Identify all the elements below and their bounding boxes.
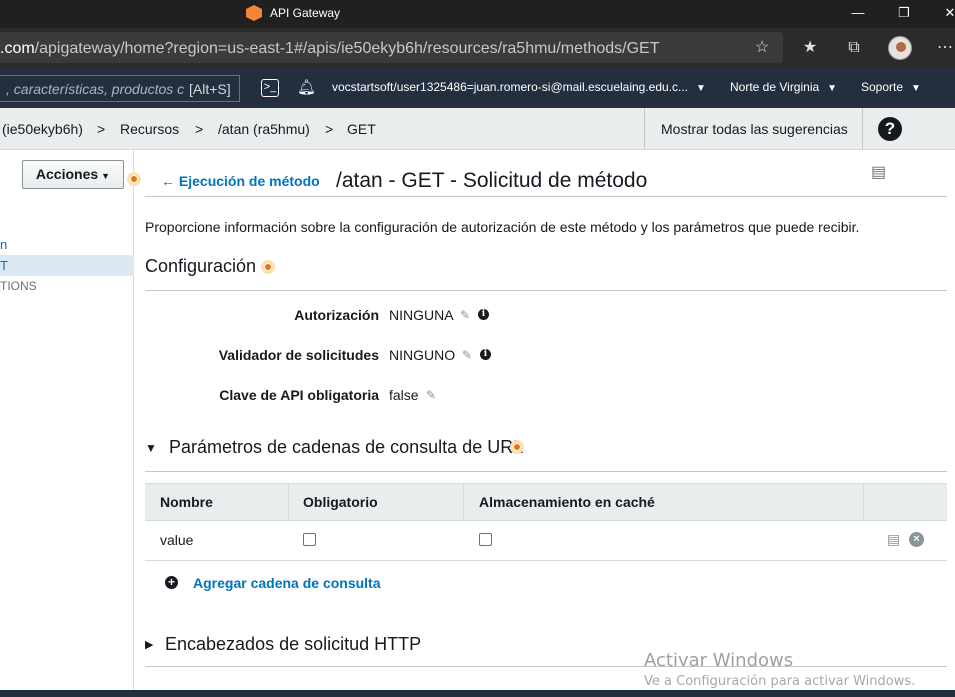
- api-gateway-logo-icon: [246, 5, 262, 21]
- breadcrumb-method: GET: [347, 121, 376, 137]
- plus-circle-icon: +: [165, 576, 178, 589]
- show-suggestions-label: Mostrar todas las sugerencias: [661, 121, 848, 137]
- query-params-table: Nombre Obligatorio Almacenamiento en cac…: [145, 483, 947, 561]
- divider: [145, 196, 947, 197]
- url-path: /apigateway/home?region=us-east-1#/apis/…: [34, 40, 660, 57]
- more-options-icon[interactable]: ⋯: [934, 37, 955, 59]
- search-placeholder: , características, productos c: [6, 81, 185, 97]
- method-execution-link[interactable]: ← Ejecución de método: [161, 173, 320, 189]
- column-divider: [863, 484, 864, 521]
- support-label: Soporte: [861, 80, 904, 94]
- divider: [145, 471, 947, 472]
- breadcrumb-separator: >: [325, 121, 334, 137]
- column-divider: [288, 484, 289, 521]
- browser-title-bar: API Gateway — ❐ ✕: [0, 0, 955, 28]
- notifications-bell-icon[interactable]: 🔔︎: [297, 79, 316, 97]
- search-input[interactable]: , características, productos c [Alt+S]: [0, 75, 240, 102]
- required-checkbox[interactable]: [303, 533, 316, 546]
- chevron-down-icon: ▼: [696, 83, 706, 94]
- page-title: /atan - GET - Solicitud de método: [336, 169, 648, 192]
- chevron-down-icon: ▼: [911, 83, 921, 94]
- region-label: Norte de Virginia: [730, 80, 820, 94]
- expand-triangle-icon[interactable]: ▼: [145, 441, 157, 455]
- actions-label: Acciones: [35, 166, 99, 182]
- chevron-down-icon: ▼: [827, 83, 838, 94]
- resource-tree-panel: Acciones ▼ n T TIONS: [0, 150, 134, 697]
- favorites-icon[interactable]: ★: [799, 37, 821, 59]
- tree-item-resource[interactable]: n: [0, 234, 134, 255]
- region-menu[interactable]: Norte de Virginia ▼: [730, 80, 837, 94]
- api-key-required-label: Clave de API obligatoria: [219, 387, 379, 403]
- edit-pencil-icon[interactable]: ✎: [462, 348, 472, 362]
- actions-button[interactable]: Acciones ▼: [22, 160, 124, 189]
- method-execution-label: Ejecución de método: [178, 173, 320, 189]
- query-params-heading[interactable]: Parámetros de cadenas de consulta de URL: [169, 437, 523, 458]
- activate-windows-subtext: Ve a Configuración para activar Windows.: [644, 674, 916, 689]
- remove-circle-icon[interactable]: ×: [909, 532, 924, 547]
- request-validator-value: NINGUNO: [389, 347, 456, 363]
- info-dot-icon[interactable]: [510, 440, 524, 454]
- window-title: API Gateway: [270, 6, 341, 20]
- arrow-left-icon: ←: [161, 173, 179, 189]
- account-label: vocstartsoft/user1325486=juan.romero-si@…: [332, 80, 689, 94]
- edit-pencil-icon[interactable]: ✎: [426, 388, 436, 402]
- request-validator-label: Validador de solicitudes: [218, 347, 379, 363]
- table-row: value ▤ ×: [145, 521, 947, 561]
- address-bar: .com/apigateway/home?region=us-east-1#/a…: [0, 28, 955, 68]
- param-name-cell: value: [160, 532, 194, 548]
- divider: [145, 290, 947, 291]
- column-divider: [463, 484, 464, 521]
- show-suggestions-button[interactable]: Mostrar todas las sugerencias: [644, 108, 863, 149]
- activate-windows-watermark: Activar Windows: [644, 650, 794, 671]
- maximize-button[interactable]: ❐: [894, 4, 914, 22]
- http-headers-heading[interactable]: Encabezados de solicitud HTTP: [165, 634, 421, 655]
- search-shortcut: [Alt+S]: [189, 81, 231, 97]
- info-icon[interactable]: i: [478, 309, 489, 320]
- support-menu[interactable]: Soporte ▼: [861, 80, 921, 94]
- info-dot-icon[interactable]: [261, 260, 275, 274]
- bottom-bar: [0, 690, 955, 697]
- aws-console-nav: , características, productos c [Alt+S] >…: [0, 68, 955, 108]
- api-key-required-value: false: [389, 387, 419, 403]
- breadcrumb: (ie50ekyb6h) > Recursos > /atan (ra5hmu)…: [0, 108, 955, 150]
- table-header: Nombre Obligatorio Almacenamiento en cac…: [145, 483, 947, 521]
- breadcrumb-resource[interactable]: /atan (ra5hmu): [218, 121, 310, 137]
- breadcrumb-api[interactable]: (ie50ekyb6h): [2, 121, 83, 137]
- url-input[interactable]: .com/apigateway/home?region=us-east-1#/a…: [0, 32, 783, 63]
- method-request-panel: ← Ejecución de método /atan - GET - Soli…: [135, 150, 955, 697]
- collapsed-triangle-icon[interactable]: ▶: [145, 638, 153, 651]
- breadcrumb-resources[interactable]: Recursos: [120, 121, 179, 137]
- add-favorite-icon[interactable]: ☆: [751, 37, 773, 59]
- authorization-value: NINGUNA: [389, 307, 454, 323]
- cloudshell-icon[interactable]: >_: [261, 79, 279, 97]
- column-required-header: Obligatorio: [303, 494, 378, 510]
- close-button[interactable]: ✕: [940, 4, 955, 22]
- column-caching-header: Almacenamiento en caché: [479, 494, 655, 510]
- add-query-string-label: Agregar cadena de consulta: [193, 575, 381, 591]
- collections-icon[interactable]: ⧉: [843, 37, 865, 59]
- tree-item-options[interactable]: TIONS: [0, 276, 134, 297]
- url-domain: .com: [0, 40, 35, 57]
- account-menu[interactable]: vocstartsoft/user1325486=juan.romero-si@…: [332, 80, 706, 94]
- column-name-header: Nombre: [160, 494, 213, 510]
- breadcrumb-separator: >: [195, 121, 204, 137]
- breadcrumb-separator: >: [97, 121, 106, 137]
- documentation-icon[interactable]: ▤: [871, 162, 889, 181]
- documentation-icon[interactable]: ▤: [887, 531, 900, 548]
- edit-pencil-icon[interactable]: ✎: [460, 308, 470, 322]
- divider: [145, 666, 947, 667]
- help-icon[interactable]: ?: [878, 117, 902, 141]
- profile-avatar[interactable]: [888, 36, 912, 60]
- tree-item-get[interactable]: T: [0, 255, 134, 276]
- authorization-label: Autorización: [294, 307, 379, 323]
- minimize-button[interactable]: —: [848, 4, 868, 22]
- caret-down-icon: ▼: [101, 171, 111, 181]
- page-description: Proporcione información sobre la configu…: [145, 219, 860, 235]
- info-icon[interactable]: i: [480, 349, 491, 360]
- caching-checkbox[interactable]: [479, 533, 492, 546]
- configuration-heading: Configuración: [145, 256, 257, 276]
